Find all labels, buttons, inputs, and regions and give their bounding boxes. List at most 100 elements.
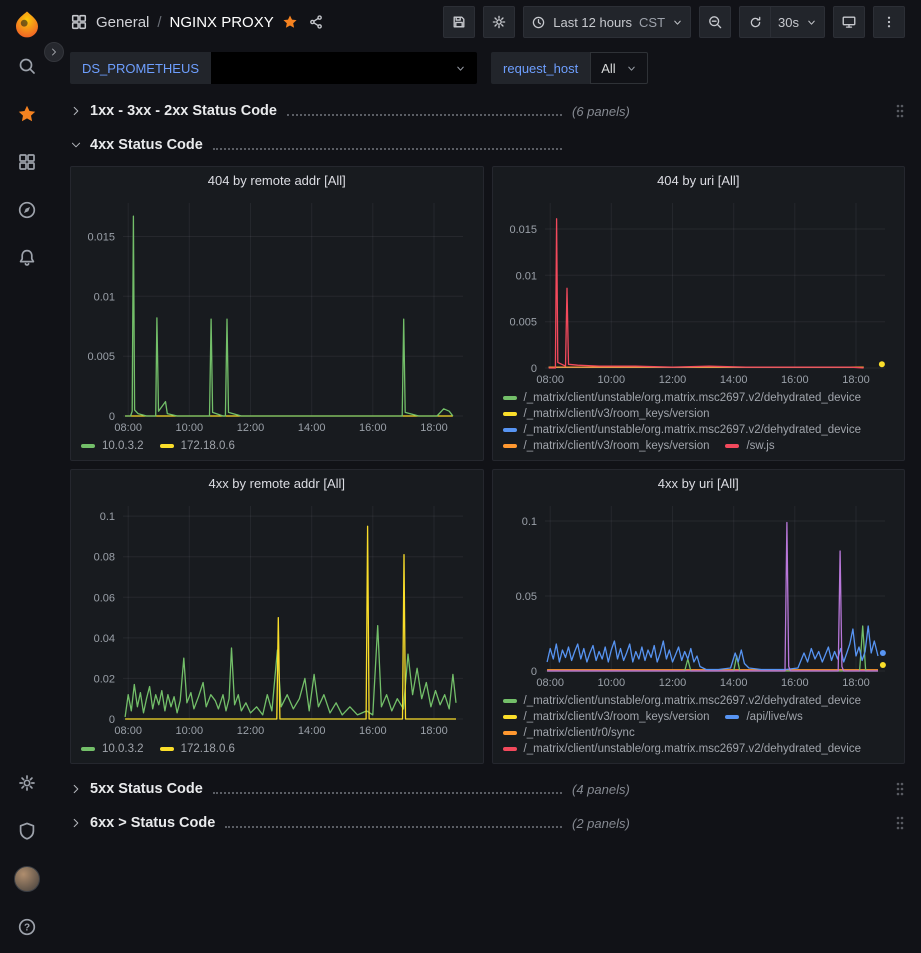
save-dashboard-button[interactable] [443, 6, 475, 38]
sidebar-item-server-admin[interactable] [0, 807, 54, 855]
bell-icon [17, 248, 37, 268]
svg-text:10:00: 10:00 [176, 422, 204, 434]
star-dashboard-button[interactable] [282, 14, 298, 30]
row-title: 4xx Status Code [90, 137, 203, 153]
legend-item[interactable]: /_matrix/client/unstable/org.matrix.msc2… [503, 424, 862, 436]
panel-4xx-by-remote-addr: 4xx by remote addr [All] 08:0010:0012:00… [70, 469, 484, 764]
svg-text:18:00: 18:00 [420, 725, 448, 737]
svg-text:0.08: 0.08 [94, 552, 115, 564]
legend-swatch [503, 444, 517, 448]
save-icon [451, 14, 467, 30]
zoom-out-button[interactable] [699, 6, 731, 38]
legend-label: /api/live/ws [746, 711, 802, 723]
legend-item[interactable]: /_matrix/client/unstable/org.matrix.msc2… [503, 743, 862, 755]
legend-label: /_matrix/client/v3/room_keys/version [524, 711, 710, 723]
request-host-select[interactable]: All [590, 52, 647, 84]
breadcrumb-section[interactable]: General [96, 14, 149, 31]
panel-title[interactable]: 4xx by uri [All] [493, 470, 905, 498]
panel-chart: 08:0010:0012:0014:0016:0018:0000.0050.01… [499, 195, 899, 388]
variable-datasource: DS_PROMETHEUS [70, 52, 477, 84]
row-6xx-status-code[interactable]: 6xx > Status Code (2 panels) [70, 810, 905, 836]
legend-swatch [81, 747, 95, 751]
svg-text:18:00: 18:00 [420, 422, 448, 434]
legend-label: 10.0.3.2 [102, 743, 144, 755]
svg-text:08:00: 08:00 [114, 725, 142, 737]
breadcrumb-separator: / [157, 14, 161, 31]
legend-item[interactable]: 172.18.0.6 [160, 743, 235, 755]
svg-text:14:00: 14:00 [298, 725, 326, 737]
svg-text:0: 0 [109, 714, 115, 726]
legend-swatch [503, 412, 517, 416]
row-4xx-status-code[interactable]: 4xx Status Code [70, 132, 905, 158]
svg-text:0.01: 0.01 [94, 291, 115, 303]
sidebar-item-configuration[interactable] [0, 759, 54, 807]
sidebar-item-alerting[interactable] [0, 234, 54, 282]
sidebar-item-search[interactable] [0, 42, 54, 90]
kebab-menu-button[interactable] [873, 6, 905, 38]
sidebar-item-profile[interactable] [0, 855, 54, 903]
panel-legend: 10.0.3.2 172.18.0.6 [71, 436, 483, 460]
sidebar-item-starred[interactable] [0, 90, 54, 138]
legend-label: 172.18.0.6 [181, 440, 235, 452]
chevron-down-icon [672, 17, 683, 28]
row-panel-count: (4 panels) [572, 782, 630, 797]
legend-swatch [503, 396, 517, 400]
svg-text:08:00: 08:00 [536, 677, 564, 689]
legend-label: /_matrix/client/unstable/org.matrix.msc2… [524, 424, 862, 436]
zoom-out-icon [707, 14, 723, 30]
share-icon [308, 14, 324, 30]
refresh-interval-select[interactable]: 30s [770, 6, 825, 38]
row-dotted-filler [213, 148, 562, 150]
svg-text:0: 0 [530, 666, 536, 678]
dashboard-settings-button[interactable] [483, 6, 515, 38]
svg-text:14:00: 14:00 [298, 422, 326, 434]
sidebar-item-help[interactable]: ? [0, 903, 54, 951]
legend-item[interactable]: /_matrix/client/unstable/org.matrix.msc2… [503, 392, 862, 404]
svg-text:16:00: 16:00 [781, 374, 809, 386]
panel-chart: 08:0010:0012:0014:0016:0018:0000.050.1 [499, 498, 899, 691]
row-title: 6xx > Status Code [90, 815, 215, 831]
legend-item[interactable]: 10.0.3.2 [81, 743, 144, 755]
svg-text:12:00: 12:00 [658, 677, 686, 689]
search-icon [17, 56, 37, 76]
panel-title[interactable]: 404 by uri [All] [493, 167, 905, 195]
row-drag-handle[interactable] [895, 103, 905, 119]
svg-text:0.1: 0.1 [521, 516, 536, 528]
svg-text:0.06: 0.06 [94, 592, 115, 604]
svg-text:0.1: 0.1 [100, 511, 115, 523]
datasource-select[interactable] [211, 52, 477, 84]
legend-item[interactable]: /_matrix/client/v3/room_keys/version [503, 711, 710, 723]
refresh-button[interactable] [739, 6, 771, 38]
legend-item[interactable]: /_matrix/client/v3/room_keys/version [503, 440, 710, 452]
row-5xx-status-code[interactable]: 5xx Status Code (4 panels) [70, 776, 905, 802]
panel-legend: 10.0.3.2 172.18.0.6 [71, 739, 483, 763]
row-drag-handle[interactable] [895, 815, 905, 831]
legend-item[interactable]: /_matrix/client/r0/sync [503, 727, 635, 739]
legend-item[interactable]: /api/live/ws [725, 711, 802, 723]
dashboard-title[interactable]: NGINX PROXY [170, 14, 274, 31]
grafana-flame-icon [12, 10, 42, 40]
row-dotted-filler [225, 826, 562, 828]
time-range-picker[interactable]: Last 12 hours CST [523, 6, 691, 38]
svg-text:0.01: 0.01 [515, 270, 536, 282]
panel-chart: 08:0010:0012:0014:0016:0018:0000.020.040… [77, 498, 477, 739]
legend-item[interactable]: /_matrix/client/v3/room_keys/version [503, 408, 710, 420]
sidebar-item-dashboards[interactable] [0, 138, 54, 186]
share-dashboard-button[interactable] [308, 14, 324, 30]
svg-text:0.005: 0.005 [87, 351, 115, 363]
request-host-value: All [601, 61, 615, 76]
tv-mode-button[interactable] [833, 6, 865, 38]
svg-text:18:00: 18:00 [842, 677, 870, 689]
legend-item[interactable]: /sw.js [725, 440, 774, 452]
legend-item[interactable]: /_matrix/client/unstable/org.matrix.msc2… [503, 695, 862, 707]
grafana-logo[interactable] [10, 8, 44, 42]
row-panel-count: (2 panels) [572, 816, 630, 831]
legend-item[interactable]: 172.18.0.6 [160, 440, 235, 452]
row-1xx-3xx-2xx-status-code[interactable]: 1xx - 3xx - 2xx Status Code (6 panels) [70, 98, 905, 124]
sidebar-item-explore[interactable] [0, 186, 54, 234]
row-title: 5xx Status Code [90, 781, 203, 797]
panel-title[interactable]: 404 by remote addr [All] [71, 167, 483, 195]
panel-title[interactable]: 4xx by remote addr [All] [71, 470, 483, 498]
legend-item[interactable]: 10.0.3.2 [81, 440, 144, 452]
row-drag-handle[interactable] [895, 781, 905, 797]
